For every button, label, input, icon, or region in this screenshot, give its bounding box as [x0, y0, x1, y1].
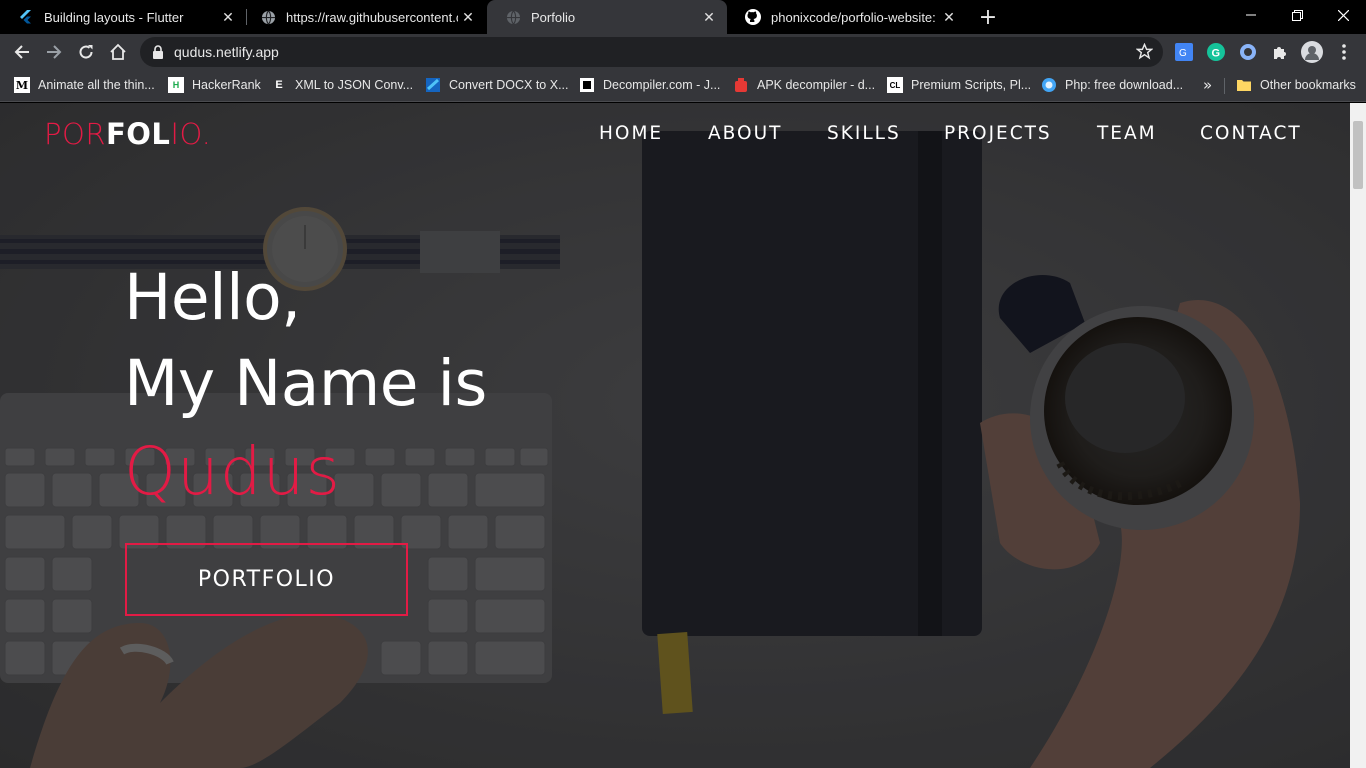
logo-part: IO.	[170, 117, 212, 151]
arrow-right-icon	[47, 45, 62, 59]
new-tab-button[interactable]: +	[976, 5, 1000, 30]
flutter-icon	[18, 9, 34, 25]
close-icon[interactable]: ✕	[939, 7, 959, 27]
tab-flutter[interactable]: Building layouts - Flutter ✕	[0, 0, 246, 34]
browser-toolbar: qudus.netlify.app G G	[0, 34, 1366, 70]
close-icon[interactable]: ✕	[218, 7, 238, 27]
nav-skills[interactable]: SKILLS	[827, 123, 901, 144]
bookmarks-divider	[1224, 78, 1225, 94]
bookmark-label: Other bookmarks	[1260, 78, 1356, 92]
nav-projects[interactable]: PROJECTS	[944, 123, 1052, 144]
reload-button[interactable]	[72, 38, 100, 66]
globe-icon	[260, 9, 276, 25]
bookmark-hackerrank[interactable]: H HackerRank	[168, 70, 261, 100]
other-bookmarks[interactable]: Other bookmarks	[1236, 70, 1356, 100]
portfolio-button[interactable]: PORTFOLIO	[125, 543, 408, 616]
close-icon[interactable]: ✕	[699, 7, 719, 27]
codelist-icon: CL	[887, 77, 903, 93]
svg-text:G: G	[1179, 48, 1187, 59]
medium-icon: M	[14, 77, 30, 93]
window-close-button[interactable]	[1320, 0, 1366, 30]
close-icon	[1337, 9, 1349, 21]
scrollbar-thumb[interactable]	[1353, 121, 1363, 189]
tab-title: Porfolio	[531, 9, 576, 25]
nav-about[interactable]: ABOUT	[708, 123, 782, 144]
folder-icon	[1236, 77, 1252, 93]
globe-icon	[505, 9, 521, 25]
bookmark-label: Decompiler.com - J...	[603, 78, 721, 92]
puzzle-icon[interactable]	[1270, 42, 1290, 62]
bookmark-apk-decompiler[interactable]: APK decompiler - d...	[733, 70, 875, 100]
bookmark-convert-docx[interactable]: Convert DOCX to X...	[425, 70, 568, 100]
bookmark-label: HackerRank	[192, 78, 261, 92]
scrollbar[interactable]	[1350, 103, 1366, 768]
restore-button[interactable]	[1274, 0, 1320, 30]
bookmark-label: Premium Scripts, Pl...	[911, 78, 1032, 92]
logo-part: POR	[44, 117, 106, 151]
url-text: qudus.netlify.app	[174, 44, 279, 60]
tab-github-repo[interactable]: phonixcode/porfolio-website: My ✕	[727, 0, 967, 34]
reload-icon	[79, 45, 93, 59]
lock-icon	[153, 45, 163, 59]
star-icon[interactable]	[1136, 43, 1153, 60]
tab-title: https://raw.githubusercontent.co	[286, 9, 458, 25]
menu-icon[interactable]	[1334, 42, 1354, 62]
home-icon	[110, 43, 126, 60]
restore-icon	[1291, 9, 1303, 21]
tab-title: phonixcode/porfolio-website: My	[771, 9, 939, 25]
close-icon[interactable]: ✕	[458, 7, 478, 27]
hero-name: Qudus	[124, 433, 341, 510]
nav-team[interactable]: TEAM	[1097, 123, 1157, 144]
back-button[interactable]	[8, 38, 36, 66]
bookmark-label: Php: free download...	[1065, 78, 1184, 92]
site-logo[interactable]: PORFOLIO.	[44, 117, 211, 151]
bookmark-php[interactable]: Php: free download...	[1041, 70, 1183, 100]
github-icon	[745, 9, 761, 25]
browser-window: Building layouts - Flutter ✕ https://raw…	[0, 0, 1366, 768]
bookmarks-bar: M Animate all the thin... H HackerRank E…	[0, 70, 1366, 102]
minimize-button[interactable]	[1228, 0, 1274, 30]
profile-avatar[interactable]	[1301, 41, 1323, 63]
grammarly-icon[interactable]: G	[1206, 42, 1226, 62]
e-icon: E	[275, 79, 283, 91]
tab-porfolio[interactable]: Porfolio ✕	[487, 0, 727, 34]
arrow-left-icon	[14, 45, 29, 59]
bookmark-decompiler[interactable]: Decompiler.com - J...	[579, 70, 720, 100]
tab-raw-github[interactable]: https://raw.githubusercontent.co ✕	[242, 0, 486, 34]
bookmark-label: APK decompiler - d...	[757, 78, 876, 92]
tab-title: Building layouts - Flutter	[44, 9, 184, 25]
page-viewport: PORFOLIO. HOME ABOUT SKILLS PROJECTS TEA…	[0, 103, 1350, 768]
minimize-icon	[1246, 14, 1256, 16]
php-icon	[1041, 77, 1057, 93]
home-button[interactable]	[104, 38, 132, 66]
bookmark-xml-json[interactable]: E XML to JSON Conv...	[271, 70, 413, 100]
apk-icon	[733, 77, 749, 93]
svg-text:G: G	[1212, 48, 1221, 60]
google-translate-icon[interactable]: G	[1174, 42, 1194, 62]
forward-button[interactable]	[40, 38, 68, 66]
hero-greeting: Hello,	[124, 261, 301, 334]
extension-icon[interactable]	[1238, 42, 1258, 62]
bookmark-label: Convert DOCX to X...	[449, 78, 569, 92]
hackerrank-icon: H	[168, 77, 184, 93]
nav-contact[interactable]: CONTACT	[1200, 123, 1302, 144]
hero-intro: My Name is	[124, 347, 487, 420]
bookmark-animate[interactable]: M Animate all the thin...	[14, 70, 155, 100]
bookmark-label: XML to JSON Conv...	[295, 78, 414, 92]
bookmark-label: Animate all the thin...	[38, 78, 155, 92]
decompiler-icon	[579, 77, 595, 93]
address-bar[interactable]: qudus.netlify.app	[140, 37, 1163, 67]
convert-icon	[425, 77, 441, 93]
logo-part: FOL	[105, 117, 171, 151]
bookmark-premium-scripts[interactable]: CL Premium Scripts, Pl...	[887, 70, 1031, 100]
bookmarks-overflow-button[interactable]: »	[1203, 76, 1212, 94]
nav-home[interactable]: HOME	[599, 123, 663, 144]
tab-strip: Building layouts - Flutter ✕ https://raw…	[0, 0, 1366, 34]
